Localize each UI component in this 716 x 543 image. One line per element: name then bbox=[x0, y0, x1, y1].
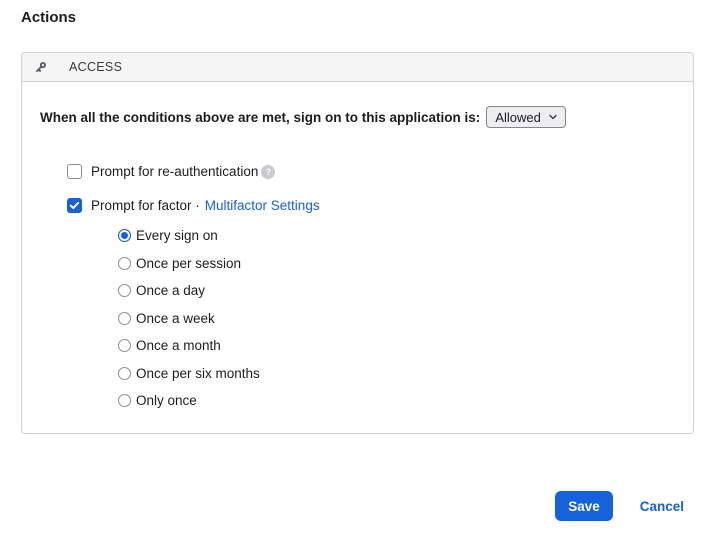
radio-row-once-a-week[interactable]: Once a week bbox=[118, 305, 675, 333]
cancel-button[interactable]: Cancel bbox=[640, 499, 684, 514]
radio-button[interactable] bbox=[118, 229, 131, 242]
prompt-factor-row[interactable]: Prompt for factor · Multifactor Settings bbox=[67, 198, 675, 213]
prompt-reauth-label: Prompt for re-authentication bbox=[91, 164, 258, 179]
radio-row-once-a-month[interactable]: Once a month bbox=[118, 332, 675, 360]
radio-label: Only once bbox=[136, 393, 197, 408]
save-button[interactable]: Save bbox=[555, 491, 613, 521]
signon-statement-row: When all the conditions above are met, s… bbox=[40, 106, 675, 128]
radio-row-only-once[interactable]: Only once bbox=[118, 387, 675, 415]
radio-button[interactable] bbox=[118, 257, 131, 270]
radio-button[interactable] bbox=[118, 284, 131, 297]
radio-row-once-per-session[interactable]: Once per session bbox=[118, 250, 675, 278]
prompt-reauth-checkbox[interactable] bbox=[67, 164, 82, 179]
access-select-value: Allowed bbox=[495, 110, 541, 125]
radio-label: Once a month bbox=[136, 338, 221, 353]
radio-label: Once per six months bbox=[136, 366, 260, 381]
access-select[interactable]: Allowed bbox=[486, 106, 566, 128]
prompt-factor-label: Prompt for factor · bbox=[91, 198, 200, 213]
radio-button[interactable] bbox=[118, 394, 131, 407]
radio-button[interactable] bbox=[118, 312, 131, 325]
footer-actions: Save Cancel bbox=[555, 491, 684, 521]
prompt-reauth-row[interactable]: Prompt for re-authentication ? bbox=[67, 164, 675, 179]
key-icon bbox=[33, 60, 48, 75]
access-panel-header: ACCESS bbox=[22, 53, 693, 82]
radio-label: Every sign on bbox=[136, 228, 218, 243]
radio-label: Once per session bbox=[136, 256, 241, 271]
radio-row-once-per-six-months[interactable]: Once per six months bbox=[118, 360, 675, 388]
factor-frequency-radio-list: Every sign on Once per session Once a da… bbox=[118, 222, 675, 415]
page-title: Actions bbox=[21, 9, 716, 27]
help-icon[interactable]: ? bbox=[261, 165, 275, 179]
multifactor-settings-link[interactable]: Multifactor Settings bbox=[205, 198, 320, 213]
access-panel: ACCESS When all the conditions above are… bbox=[21, 52, 694, 434]
access-panel-body: When all the conditions above are met, s… bbox=[22, 82, 693, 433]
radio-button[interactable] bbox=[118, 339, 131, 352]
radio-label: Once a day bbox=[136, 283, 205, 298]
chevron-down-icon bbox=[548, 112, 558, 122]
prompt-factor-checkbox[interactable] bbox=[67, 198, 82, 213]
radio-row-every-sign-on[interactable]: Every sign on bbox=[118, 222, 675, 250]
radio-row-once-a-day[interactable]: Once a day bbox=[118, 277, 675, 305]
radio-button[interactable] bbox=[118, 367, 131, 380]
signon-statement: When all the conditions above are met, s… bbox=[40, 110, 480, 125]
radio-label: Once a week bbox=[136, 311, 215, 326]
panel-header-title: ACCESS bbox=[69, 60, 122, 74]
option-group: Prompt for re-authentication ? Prompt fo… bbox=[67, 164, 675, 415]
